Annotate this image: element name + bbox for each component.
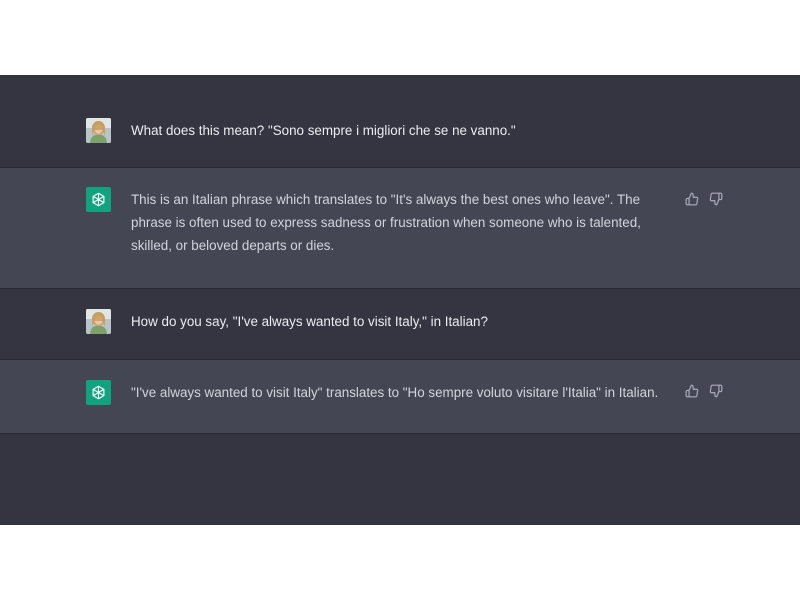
openai-logo-icon: [92, 385, 105, 400]
thumbs-down-icon[interactable]: [708, 383, 724, 399]
chat-thread: What does this mean? "Sono sempre i migl…: [0, 75, 800, 525]
feedback-controls: [684, 191, 724, 207]
openai-logo-icon: [92, 192, 105, 207]
user-avatar: [86, 118, 111, 143]
chat-message-assistant: "I've always wanted to visit Italy" tran…: [0, 360, 800, 434]
message-text: "I've always wanted to visit Italy" tran…: [131, 385, 659, 400]
user-avatar-photo: [86, 309, 111, 334]
message-text: How do you say, "I've always wanted to v…: [131, 314, 488, 329]
chat-message-user: What does this mean? "Sono sempre i migl…: [0, 75, 800, 168]
message-text: What does this mean? "Sono sempre i migl…: [131, 123, 516, 138]
feedback-controls: [684, 383, 724, 399]
user-avatar-photo: [86, 118, 111, 143]
user-avatar: [86, 309, 111, 334]
assistant-avatar: [86, 380, 111, 405]
thumbs-up-icon[interactable]: [684, 383, 700, 399]
assistant-avatar: [86, 187, 111, 212]
thumbs-up-icon[interactable]: [684, 191, 700, 207]
chat-message-user: How do you say, "I've always wanted to v…: [0, 289, 800, 360]
thumbs-down-icon[interactable]: [708, 191, 724, 207]
page: What does this mean? "Sono sempre i migl…: [0, 0, 800, 600]
message-text: This is an Italian phrase which translat…: [131, 192, 641, 253]
chat-message-assistant: This is an Italian phrase which translat…: [0, 168, 800, 289]
